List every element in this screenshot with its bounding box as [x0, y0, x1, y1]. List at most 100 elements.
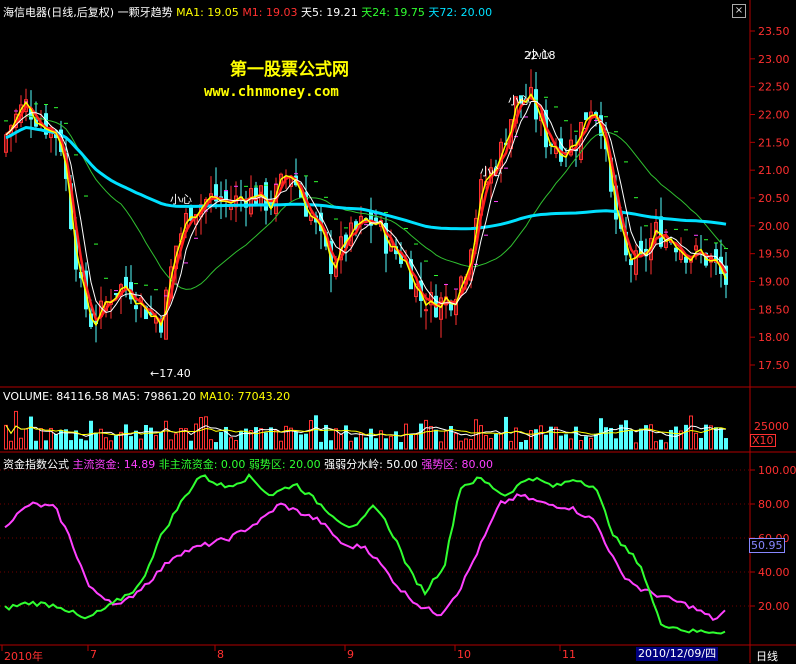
nonmain-fund-line: [4, 473, 726, 635]
period-label[interactable]: 日线: [756, 648, 778, 664]
volume-bar: [414, 433, 418, 450]
volume-bar: [694, 432, 698, 450]
price-axis-label: 21.00: [758, 164, 790, 177]
low-price-label: ←17.40: [150, 367, 191, 380]
volume-bar: [489, 438, 493, 450]
volume-bar: [114, 435, 118, 450]
volume-bar: [4, 424, 8, 450]
price-axis-label: 20.50: [758, 192, 790, 205]
volume-bar: [544, 434, 548, 450]
volume-bar: [24, 428, 28, 450]
volume-bar: [429, 426, 433, 450]
volume-bar: [349, 440, 353, 450]
volume-bar: [324, 424, 328, 450]
volume-bar: [719, 427, 723, 450]
candle-body: [134, 305, 138, 310]
volume-bar: [129, 436, 133, 450]
price-axis-label: 17.50: [758, 359, 790, 372]
volume-bar: [304, 433, 308, 450]
date-label: 9: [347, 648, 354, 661]
volume-bar: [29, 416, 33, 450]
volume-bar: [204, 416, 208, 450]
warning-label-4: 小心: [528, 48, 550, 61]
cursor-date: 2010/12/09/四: [636, 647, 719, 661]
indicator-title: 资金指数公式: [3, 458, 69, 471]
volume-bar: [439, 441, 443, 450]
volume-bar: [144, 424, 148, 450]
volume-bar: [399, 442, 403, 450]
volume-bar: [499, 433, 503, 450]
volume-bar: [209, 439, 213, 450]
volume-bar: [434, 429, 438, 450]
volume-bar: [654, 441, 658, 450]
tian72-value: 天72: 20.00: [428, 6, 493, 19]
stock-chart[interactable]: 23.50 23.00 22.50 22.00 21.50 21.00 20.50 20.00…: [0, 0, 796, 663]
volume-bar: [374, 438, 378, 450]
volume-bar: [234, 439, 238, 450]
volume-bar: [174, 433, 178, 450]
volume-bar: [159, 432, 163, 450]
volume-bar: [569, 438, 573, 450]
volume-ma10: MA10: 77043.20: [199, 390, 291, 403]
volume-bar: [369, 428, 373, 450]
price-axis-label: 22.50: [758, 81, 790, 94]
volume-bar: [279, 440, 283, 450]
main-fund-line: [4, 493, 726, 622]
volume-bar: [594, 433, 598, 450]
volume-bar: [484, 434, 488, 450]
volume-bar: [639, 428, 643, 450]
candle-body: [674, 247, 678, 253]
weak-zone-value: 弱势区: 20.00: [248, 458, 321, 471]
volume-bar: [389, 435, 393, 450]
volume-bar: [494, 433, 498, 450]
warning-label-3: 小心: [508, 94, 530, 107]
volume-bar: [664, 442, 668, 450]
indicator-header: 资金指数公式 主流资金: 14.89 非主流资金: 0.00 弱势区: 20.0…: [3, 456, 493, 472]
watermark-title: 第一股票公式网: [230, 60, 349, 80]
volume-bar: [199, 417, 203, 450]
strong-zone-value: 强势区: 80.00: [421, 458, 494, 471]
indicator-axis-label: 100.00: [758, 464, 796, 477]
volume-bar: [104, 437, 108, 450]
volume-bar: [564, 434, 568, 450]
volume-bar: [634, 442, 638, 450]
volume-bar: [14, 410, 18, 450]
warning-label-2: 小心: [480, 165, 502, 178]
volume-bar: [384, 438, 388, 450]
m1-value: M1: 19.03: [242, 6, 298, 19]
stock-name: 海信电器(日线,后复权): [3, 6, 115, 19]
indicator-axis-label: 40.00: [758, 566, 790, 579]
volume-bar: [534, 429, 538, 450]
volume-bar: [9, 440, 13, 450]
volume-bar: [614, 438, 618, 450]
volume-bar: [34, 440, 38, 450]
date-label: 11: [562, 648, 576, 661]
volume-bar: [319, 441, 323, 450]
volume-bar: [479, 425, 483, 450]
volume-bar: [724, 438, 728, 450]
volume-bar: [609, 427, 613, 450]
volume-bar: [134, 430, 138, 450]
volume-bar: [419, 423, 423, 450]
volume-bar: [264, 432, 268, 450]
volume-bar: [19, 437, 23, 450]
volume-bar: [259, 428, 263, 450]
volume-bar: [309, 420, 313, 450]
volume-bar: [699, 437, 703, 450]
warning-label-1: 小心: [170, 193, 192, 206]
volume-bar: [189, 440, 193, 450]
volume-bar: [554, 426, 558, 450]
price-axis-label: 20.00: [758, 220, 790, 233]
indicator-current-value: 50.95: [749, 538, 785, 553]
volume-bar: [619, 424, 623, 450]
price-axis-label: 21.50: [758, 136, 790, 149]
volume-bar: [39, 428, 43, 450]
price-axis-label: 23.00: [758, 53, 790, 66]
volume-bar: [359, 432, 363, 450]
price-axis-label: 19.50: [758, 248, 790, 261]
date-label: 10: [457, 648, 471, 661]
volume-value: VOLUME: 84116.58: [3, 390, 109, 403]
close-icon[interactable]: ×: [732, 4, 746, 18]
volume-bar: [54, 434, 58, 450]
volume-ma5: MA5: 79861.20: [112, 390, 196, 403]
